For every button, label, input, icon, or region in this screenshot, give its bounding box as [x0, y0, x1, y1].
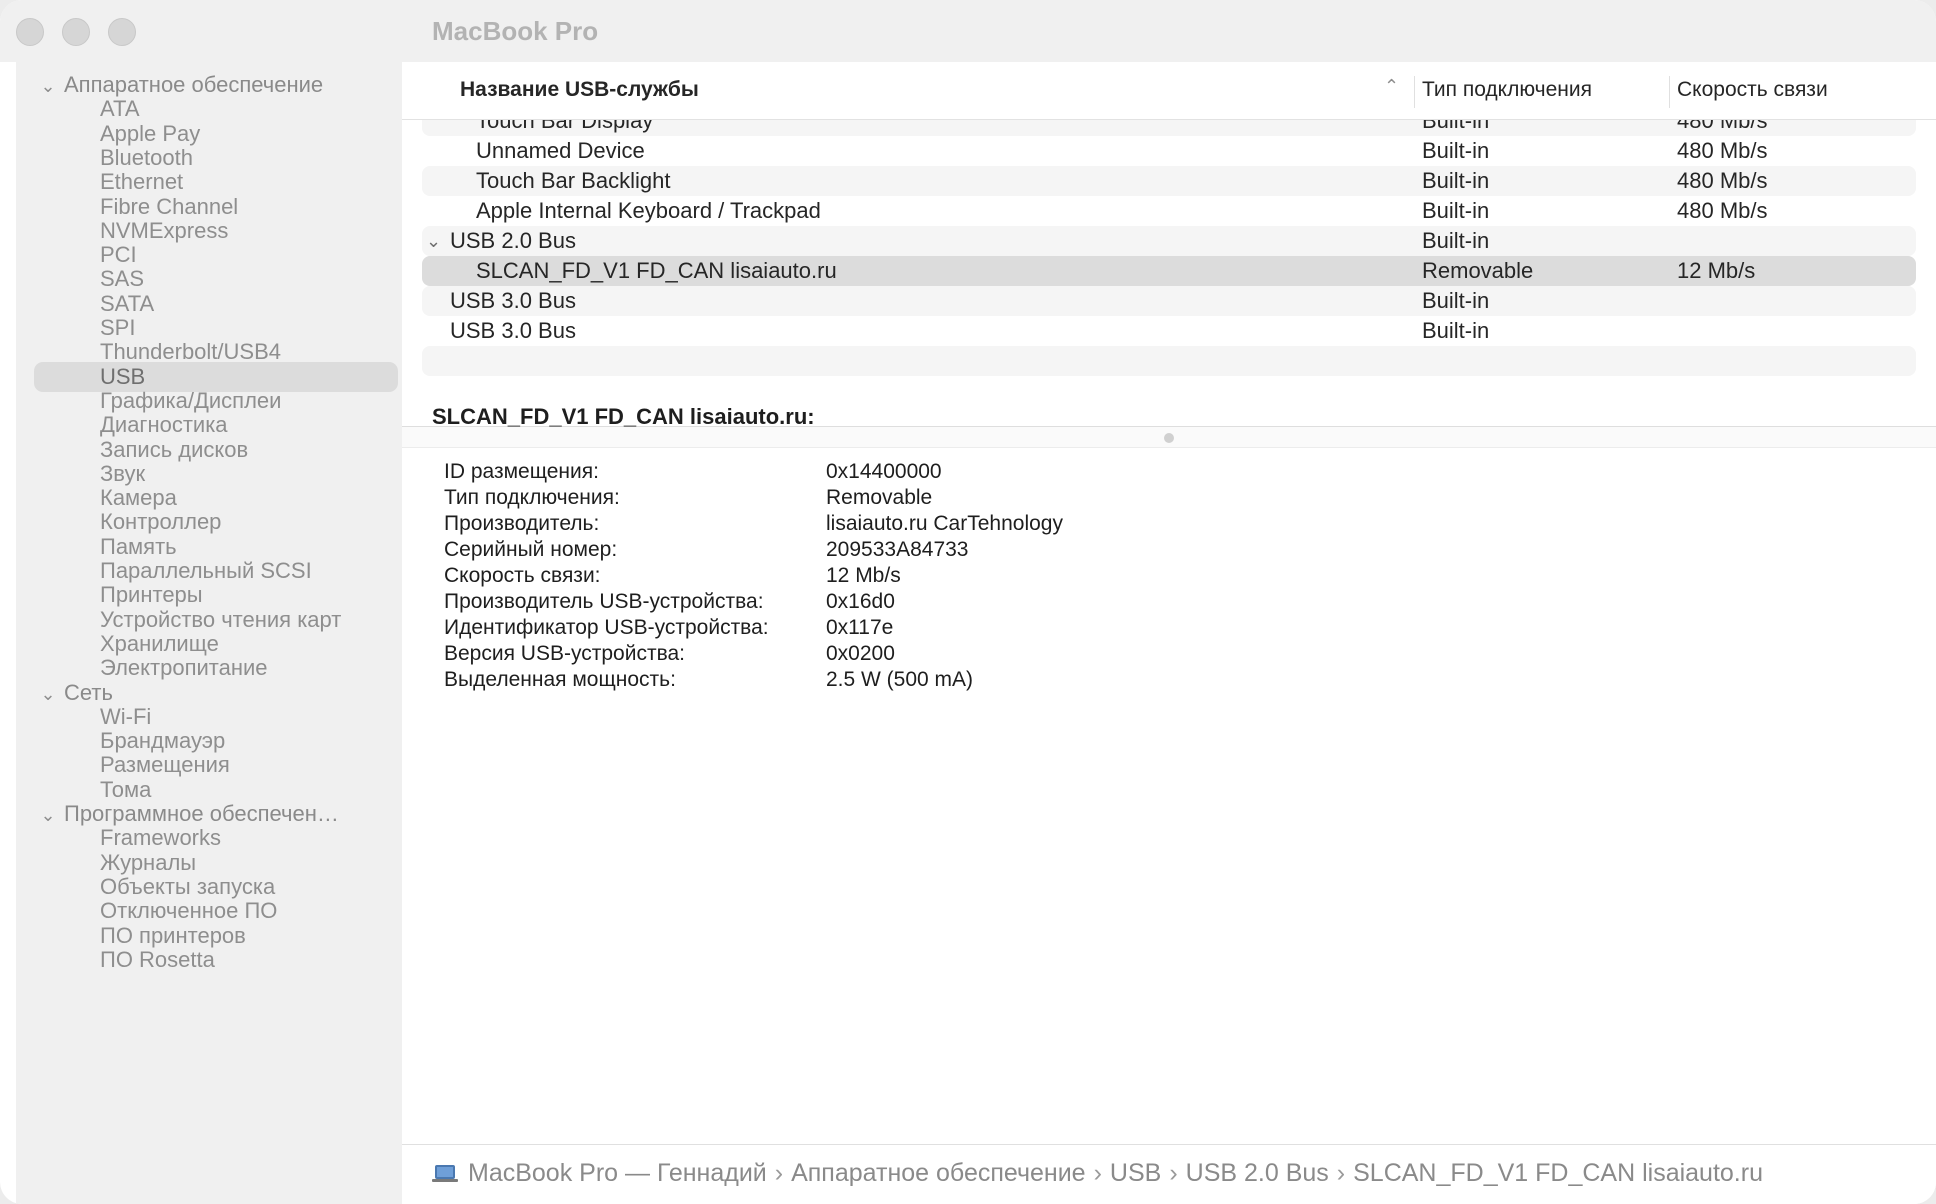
usb-device-list: Touch Bar Display Built-in 480 Mb/s Unnamed… [422, 120, 1916, 426]
detail-title: SLCAN_FD_V1 FD_CAN lisaiauto.ru: [432, 404, 815, 429]
sidebar-section-label: Аппаратное обеспечение [64, 72, 324, 97]
detail-label: Выделенная мощность: [444, 668, 676, 691]
detail-label: Тип подключения: [444, 486, 620, 509]
row-name: Unnamed Device [476, 138, 645, 163]
table-row[interactable]: USB 3.0 Bus Built-in [422, 316, 1916, 346]
chevron-down-icon[interactable]: ⌄ [32, 679, 64, 709]
column-separator[interactable] [1414, 76, 1415, 108]
minimize-button[interactable] [62, 18, 90, 46]
sidebar-section-label: Сеть [64, 679, 113, 705]
row-connection-type: Removable [1422, 258, 1534, 283]
row-connection-type: Built-in [1422, 138, 1490, 163]
column-separator[interactable] [1669, 76, 1670, 108]
sidebar-section-0[interactable]: ⌄ Аппаратное обеспечение [32, 70, 323, 100]
laptop-icon [432, 1164, 458, 1183]
chevron-down-icon[interactable]: ⌄ [32, 71, 64, 101]
sidebar-section-label: Программное обеспечен… [64, 801, 339, 826]
row-name: USB 3.0 Bus [450, 288, 576, 313]
chevron-right-icon: › [1169, 1159, 1178, 1187]
table-row[interactable]: Unnamed Device Built-in 480 Mb/s [422, 136, 1916, 166]
breadcrumb-item[interactable]: Аппаратное обеспечение [791, 1159, 1085, 1188]
row-connection-type: Built-in [1422, 318, 1490, 343]
table-row[interactable]: Touch Bar Backlight Built-in 480 Mb/s [422, 166, 1916, 196]
path-bar: MacBook Pro — Геннадий › Аппаратное обеспе… [402, 1144, 1936, 1204]
breadcrumb: MacBook Pro — Геннадий › Аппаратное обеспе… [432, 1159, 1763, 1188]
row-speed: 480 Mb/s [1677, 168, 1768, 193]
window-title: MacBook Pro [432, 16, 599, 46]
empty-row [422, 346, 1916, 376]
breadcrumb-item[interactable]: USB [1110, 1159, 1161, 1188]
chevron-up-icon[interactable]: ⌃ [1384, 76, 1399, 97]
table-row[interactable]: Apple Internal Keyboard / Trackpad Built-… [422, 196, 1916, 226]
divider-handle[interactable] [1164, 433, 1174, 443]
title-bar: MacBook Pro [0, 0, 1936, 62]
detail-label: Скорость связи: [444, 564, 601, 587]
sidebar-item[interactable]: Электропитание [100, 653, 268, 683]
column-header-speed[interactable]: Скорость связи [1677, 78, 1828, 102]
row-name: USB 3.0 Bus [450, 318, 576, 343]
zoom-button[interactable] [108, 18, 136, 46]
main-panel: Название USB-службы ⌃ Тип подключения Ск… [402, 62, 1936, 1204]
row-connection-type: Built-in [1422, 288, 1490, 313]
list-header: Название USB-службы ⌃ Тип подключения Ск… [402, 62, 1936, 120]
row-connection-type: Built-in [1422, 198, 1490, 223]
chevron-right-icon: › [774, 1159, 784, 1187]
chevron-right-icon: › [1093, 1159, 1102, 1187]
detail-value: 2.5 W (500 mA) [826, 668, 974, 691]
table-row[interactable]: USB 3.0 Bus Built-in [422, 286, 1916, 316]
row-connection-type: Built-in [1422, 120, 1490, 133]
row-name: Touch Bar Backlight [476, 168, 671, 193]
detail-value: 0x117e [826, 616, 894, 639]
row-connection-type: Built-in [1422, 228, 1490, 253]
table-row[interactable]: Touch Bar Display Built-in 480 Mb/s [422, 120, 1916, 136]
detail-value: 0x0200 [826, 642, 895, 665]
detail-label: ID размещения: [444, 460, 599, 483]
table-row[interactable]: ⌄ USB 2.0 Bus Built-in [422, 226, 1916, 256]
close-button[interactable] [16, 18, 44, 46]
detail-value: 209533A84733 [826, 538, 969, 561]
row-speed: 480 Mb/s [1677, 198, 1768, 223]
breadcrumb-item[interactable]: MacBook Pro — Геннадий [468, 1159, 767, 1188]
detail-label: Производитель: [444, 512, 600, 535]
row-speed: 480 Mb/s [1677, 120, 1768, 133]
row-name: Touch Bar Display [476, 120, 654, 133]
detail-value: 0x14400000 [826, 460, 942, 483]
table-row[interactable]: SLCAN_FD_V1 FD_CAN lisaiauto.ru Removable… [422, 256, 1916, 286]
row-connection-type: Built-in [1422, 168, 1490, 193]
column-header-type[interactable]: Тип подключения [1422, 78, 1592, 102]
breadcrumb-item[interactable]: USB 2.0 Bus [1186, 1159, 1329, 1188]
detail-value: 0x16d0 [826, 590, 895, 613]
detail-value: lisaiauto.ru CarTehnology [826, 512, 1063, 535]
sidebar-item[interactable]: ПО Rosetta [100, 945, 215, 975]
system-information-window: MacBook Pro ⌄ Аппаратное обеспечение ATA Ap… [0, 0, 1936, 1204]
row-speed: 480 Mb/s [1677, 138, 1768, 163]
row-name: SLCAN_FD_V1 FD_CAN lisaiauto.ru [476, 258, 837, 283]
chevron-down-icon[interactable]: ⌄ [32, 800, 64, 830]
chevron-down-icon[interactable]: ⌄ [426, 226, 441, 256]
row-speed: 12 Mb/s [1677, 258, 1756, 283]
detail-value: 12 Mb/s [826, 564, 901, 587]
sidebar: ⌄ Аппаратное обеспечение ATA Apple Pay Bluet… [16, 62, 402, 1204]
detail-label: Серийный номер: [444, 538, 618, 561]
breadcrumb-item[interactable]: SLCAN_FD_V1 FD_CAN lisaiauto.ru [1353, 1159, 1763, 1188]
row-name: USB 2.0 Bus [450, 228, 576, 253]
column-header-name[interactable]: Название USB-службы [460, 78, 699, 102]
detail-label: Версия USB-устройства: [444, 642, 685, 665]
detail-label: Производитель USB-устройства: [444, 590, 764, 613]
detail-label: Идентификатор USB-устройства: [444, 616, 769, 639]
detail-value: Removable [826, 486, 933, 509]
chevron-right-icon: › [1336, 1159, 1346, 1187]
row-name: Apple Internal Keyboard / Trackpad [476, 198, 821, 223]
